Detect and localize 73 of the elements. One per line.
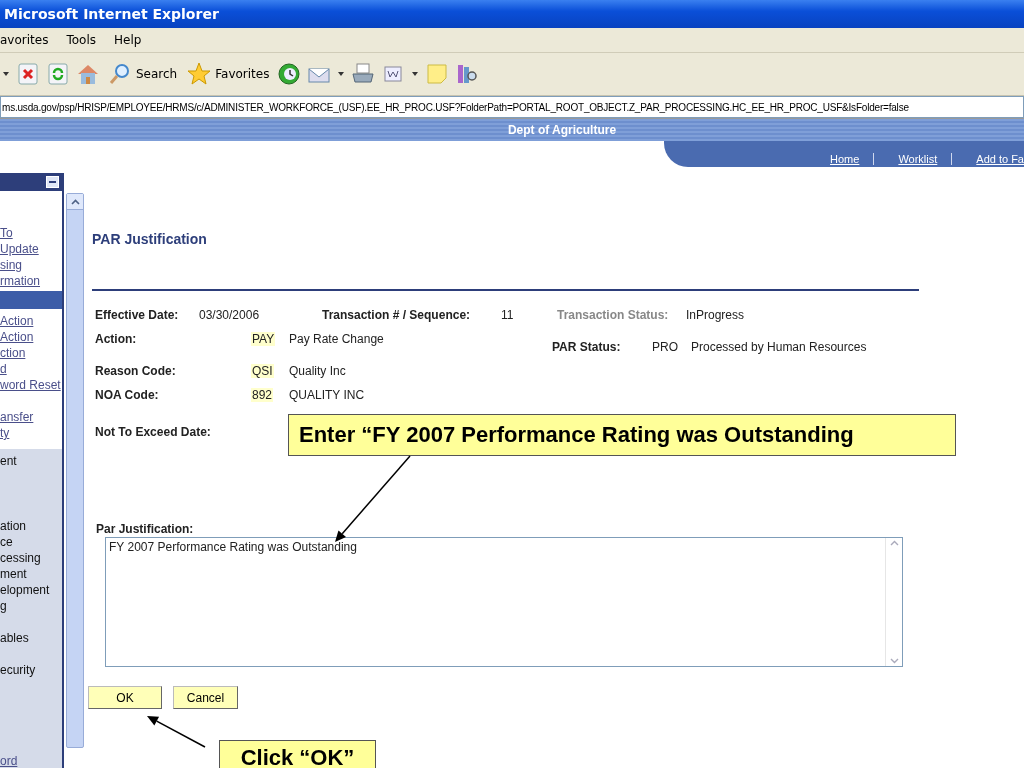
sidebar-section-bar bbox=[0, 291, 62, 309]
sidebar-link[interactable]: rmation bbox=[0, 273, 62, 289]
banner-title: Dept of Agriculture bbox=[506, 123, 617, 137]
sidebar-link[interactable]: d bbox=[0, 361, 62, 377]
sidebar-link[interactable]: ansfer bbox=[0, 409, 62, 425]
field-value: 11 bbox=[501, 308, 515, 322]
sidebar-link[interactable]: ty bbox=[0, 425, 62, 441]
sidebar-menu-item[interactable]: ation bbox=[0, 518, 62, 534]
justification-field[interactable]: FY 2007 Performance Rating was Outstanding bbox=[105, 537, 903, 667]
cancel-button[interactable]: Cancel bbox=[173, 686, 238, 709]
code-value: PAY bbox=[251, 332, 276, 346]
menu-item[interactable]: Tools bbox=[64, 33, 98, 47]
ok-button[interactable]: OK bbox=[88, 686, 162, 709]
field-value: Quality Inc bbox=[289, 364, 347, 378]
field-label: Action: bbox=[95, 332, 138, 346]
page-title: PAR Justification bbox=[92, 231, 208, 247]
field-value: QUALITY INC bbox=[289, 388, 366, 402]
home-icon[interactable] bbox=[76, 62, 100, 86]
field-value: 03/30/2006 bbox=[199, 308, 261, 322]
toolbar-button[interactable]: Search bbox=[106, 62, 180, 86]
sidebar-menu-item[interactable]: ent bbox=[0, 453, 62, 469]
sidebar-link[interactable]: Action bbox=[0, 313, 62, 329]
sidebar-menu-item[interactable]: elopment bbox=[0, 582, 62, 598]
stop-icon[interactable] bbox=[16, 62, 40, 86]
refresh-icon[interactable] bbox=[46, 62, 70, 86]
field-label: Reason Code: bbox=[95, 364, 177, 378]
nav-link[interactable]: Home bbox=[806, 153, 874, 165]
scroll-up-icon[interactable] bbox=[70, 198, 80, 205]
address-field[interactable]: ms.usda.gov/psp/HRISP/EMPLOYEE/HRMS/c/ADMINISTER_WORKFORCE_(USF).EE_HR_PROC.USF?FolderPath=PORTAL_ROOT_OBJECT.Z_PAR_PROCESSING.HC_EE_HR_PROC_USF&IsFolder=false bbox=[0, 96, 1024, 118]
callout: Enter “FY 2007 Performance Rating was Outstanding bbox=[288, 414, 956, 456]
toolbar-button[interactable]: Favorites bbox=[185, 62, 272, 86]
sidebar-menu-item[interactable]: cessing bbox=[0, 550, 62, 566]
arrow bbox=[147, 716, 206, 748]
field-label: Effective Date: bbox=[95, 308, 180, 322]
field-label: Not To Exceed Date: bbox=[95, 425, 211, 439]
code-value: QSI bbox=[251, 364, 274, 378]
star-icon[interactable] bbox=[187, 62, 212, 86]
field-label: Transaction # / Sequence: bbox=[322, 308, 472, 322]
sidebar-menu-item[interactable]: ce bbox=[0, 534, 62, 550]
menu-item[interactable]: avorites bbox=[0, 33, 51, 47]
field-label: PAR Status: bbox=[552, 340, 622, 354]
sidebar-menu-item[interactable]: g bbox=[0, 598, 62, 614]
sidebar-link[interactable]: Action bbox=[0, 329, 62, 345]
nav-link[interactable]: Worklist bbox=[873, 153, 952, 165]
field-label: Transaction Status: bbox=[557, 308, 670, 322]
field-value: Processed by Human Resources bbox=[691, 340, 867, 354]
scrollbar[interactable] bbox=[66, 193, 84, 748]
scroll-down-icon[interactable] bbox=[889, 658, 899, 664]
sidebar-link[interactable]: To bbox=[0, 225, 62, 241]
sidebar-menu-item[interactable]: ecurity bbox=[0, 662, 62, 678]
scroll-up-icon[interactable] bbox=[889, 540, 899, 546]
sidebar-menu-item[interactable]: ables bbox=[0, 630, 62, 646]
sidebar-link[interactable]: sing bbox=[0, 257, 62, 273]
field-value: Pay Rate Change bbox=[289, 332, 385, 346]
field-value: InProgress bbox=[686, 308, 745, 322]
sidebar-link[interactable]: ord bbox=[0, 753, 62, 768]
books-icon[interactable] bbox=[455, 62, 480, 86]
sidebar-link[interactable]: ction bbox=[0, 345, 62, 361]
window-title: Microsoft Internet Explorer bbox=[4, 6, 219, 22]
search-icon[interactable] bbox=[108, 62, 132, 86]
field-label: Par Justification: bbox=[96, 522, 194, 536]
callout: Click “OK” bbox=[219, 740, 376, 768]
clock-icon[interactable] bbox=[277, 62, 302, 86]
sidebar-menu-item[interactable]: ment bbox=[0, 566, 62, 582]
code-value: PRO bbox=[652, 340, 679, 354]
sidebar-link[interactable]: word Reset bbox=[0, 377, 62, 393]
field-label: NOA Code: bbox=[95, 388, 160, 402]
code-value: 892 bbox=[251, 388, 274, 402]
sidebar-link[interactable]: Update bbox=[0, 241, 62, 257]
printer-icon[interactable] bbox=[351, 62, 376, 86]
collapse-icon[interactable] bbox=[46, 176, 59, 188]
nav-link[interactable]: Add to Fa bbox=[951, 153, 1024, 165]
menu-item[interactable]: Help bbox=[111, 33, 144, 47]
